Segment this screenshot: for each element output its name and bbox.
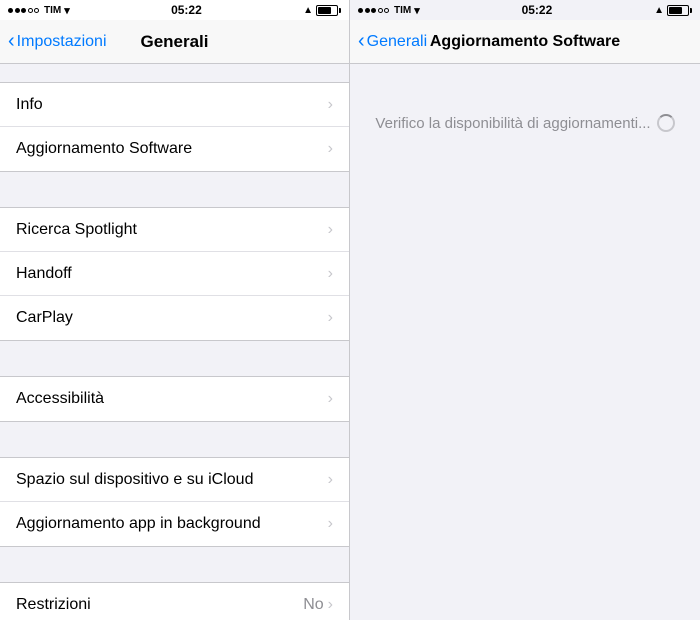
left-status-left: TIM ▾ <box>8 4 70 17</box>
gap-4 <box>0 547 349 582</box>
chevron-icon: › <box>328 596 333 614</box>
item-accessibilita[interactable]: Accessibilità › <box>0 377 349 421</box>
carrier-right: TIM <box>394 5 411 16</box>
item-spazio[interactable]: Spazio sul dispositivo e su iCloud › <box>0 458 349 502</box>
chevron-icon: › <box>328 221 333 239</box>
right-back-button[interactable]: ‹ Generali <box>358 32 427 51</box>
item-ricerca-spotlight[interactable]: Ricerca Spotlight › <box>0 208 349 252</box>
battery-icon-right <box>667 5 692 16</box>
chevron-icon: › <box>328 96 333 114</box>
right-status-bar: TIM ▾ 05:22 ▲ <box>350 0 700 20</box>
left-nav-bar: ‹ Impostazioni Generali <box>0 20 349 64</box>
chevron-icon: › <box>328 390 333 408</box>
carrier-left: TIM <box>44 5 61 16</box>
section-4: Spazio sul dispositivo e su iCloud › Agg… <box>0 457 349 547</box>
gap-1 <box>0 172 349 207</box>
gap-top <box>0 64 349 82</box>
wifi-icon-right: ▾ <box>414 4 420 17</box>
item-handoff[interactable]: Handoff › <box>0 252 349 296</box>
left-back-label: Impostazioni <box>17 33 107 51</box>
time-right: 05:22 <box>522 3 553 17</box>
right-status-right: ▲ <box>654 5 692 16</box>
signal-right-right-icon: ▲ <box>654 5 664 16</box>
section-5: Restrizioni No › <box>0 582 349 620</box>
left-back-button[interactable]: ‹ Impostazioni <box>8 32 107 51</box>
signal-right-icon: ▲ <box>303 5 313 16</box>
right-panel: TIM ▾ 05:22 ▲ ‹ Generali Aggiornamento S… <box>350 0 700 620</box>
battery-icon <box>316 5 341 16</box>
chevron-icon: › <box>328 471 333 489</box>
right-status-left: TIM ▾ <box>358 4 420 17</box>
item-aggiornamento-app[interactable]: Aggiornamento app in background › <box>0 502 349 546</box>
chevron-icon: › <box>328 265 333 283</box>
chevron-icon: › <box>328 140 333 158</box>
right-nav-bar: ‹ Generali Aggiornamento Software <box>350 20 700 64</box>
right-content: Verifico la disponibilità di aggiornamen… <box>350 64 700 620</box>
item-restrizioni[interactable]: Restrizioni No › <box>0 583 349 620</box>
gap-3 <box>0 422 349 457</box>
item-info[interactable]: Info › <box>0 83 349 127</box>
gap-2 <box>0 341 349 376</box>
loading-label: Verifico la disponibilità di aggiornamen… <box>375 115 650 132</box>
item-carplay[interactable]: CarPlay › <box>0 296 349 340</box>
section-2: Ricerca Spotlight › Handoff › CarPlay › <box>0 207 349 341</box>
spinner-icon <box>657 114 675 132</box>
chevron-icon: › <box>328 309 333 327</box>
signal-icon-right <box>358 8 389 13</box>
right-back-label: Generali <box>367 33 427 51</box>
right-nav-title: Aggiornamento Software <box>430 33 620 51</box>
wifi-icon: ▾ <box>64 4 70 17</box>
loading-container: Verifico la disponibilità di aggiornamen… <box>375 114 674 132</box>
section-3: Accessibilità › <box>0 376 349 422</box>
back-chevron-icon-right: ‹ <box>358 31 365 51</box>
left-status-right: ▲ <box>303 5 341 16</box>
back-chevron-icon: ‹ <box>8 31 15 51</box>
section-1: Info › Aggiornamento Software › <box>0 82 349 172</box>
signal-icon <box>8 8 39 13</box>
left-panel: TIM ▾ 05:22 ▲ ‹ Impostazioni Generali I <box>0 0 350 620</box>
item-aggiornamento-software[interactable]: Aggiornamento Software › <box>0 127 349 171</box>
chevron-icon: › <box>328 515 333 533</box>
left-nav-title: Generali <box>140 32 208 52</box>
settings-list: Info › Aggiornamento Software › Ricerca … <box>0 64 349 620</box>
left-status-bar: TIM ▾ 05:22 ▲ <box>0 0 349 20</box>
time-left: 05:22 <box>171 3 202 17</box>
